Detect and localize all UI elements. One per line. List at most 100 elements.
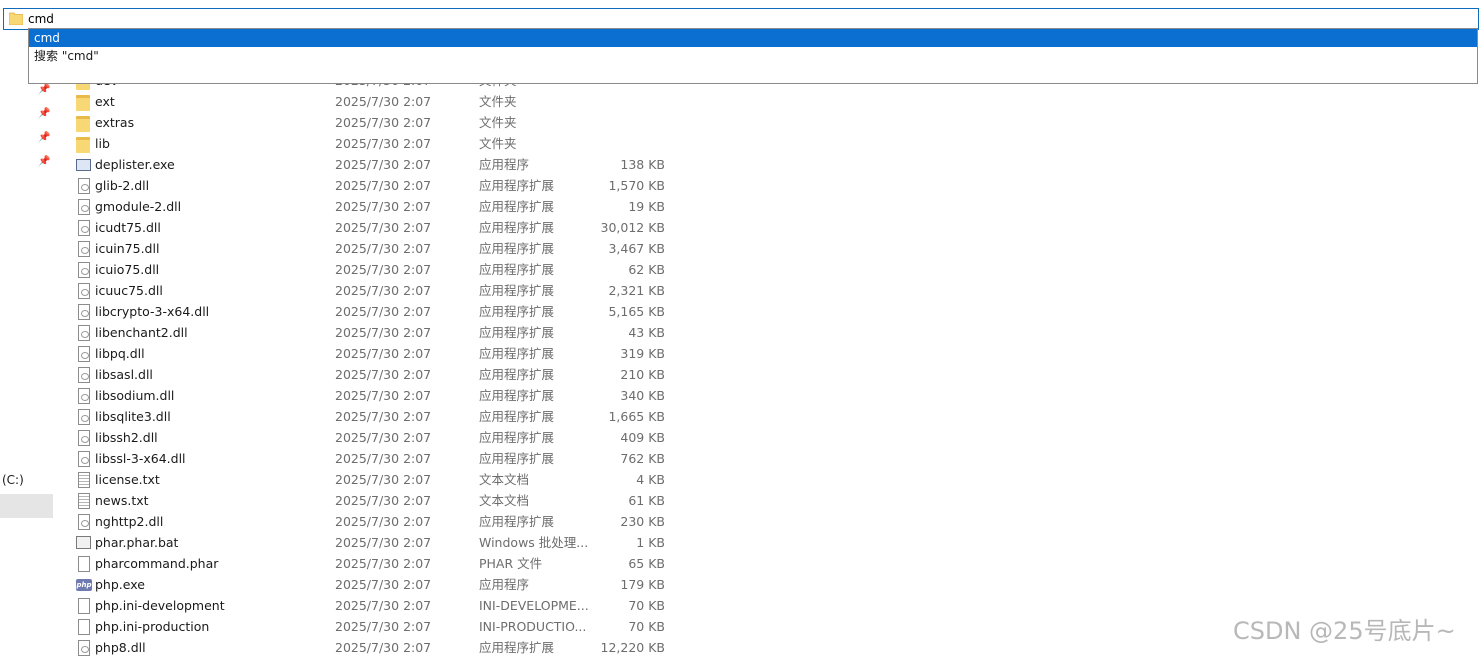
- file-row[interactable]: libcrypto-3-x64.dll 2025/7/30 2:07 应用程序扩展 5…: [74, 301, 694, 322]
- blank-file-icon: [78, 556, 90, 572]
- file-row[interactable]: libpq.dll 2025/7/30 2:07 应用程序扩展 319 KB: [74, 343, 694, 364]
- dll-icon: [78, 388, 90, 404]
- file-row[interactable]: libsodium.dll 2025/7/30 2:07 应用程序扩展 340 KB: [74, 385, 694, 406]
- folder-icon: [9, 12, 23, 25]
- file-size: 12,220 KB: [600, 640, 665, 655]
- file-type: 应用程序: [479, 157, 530, 172]
- file-row[interactable]: libsqlite3.dll 2025/7/30 2:07 应用程序扩展 1,665 …: [74, 406, 694, 427]
- file-row[interactable]: icuuc75.dll 2025/7/30 2:07 应用程序扩展 2,321 KB: [74, 280, 694, 301]
- file-size: 4 KB: [636, 472, 665, 487]
- file-row[interactable]: phar.phar.bat 2025/7/30 2:07 Windows 批处理..…: [74, 532, 694, 553]
- nav-item-drive-c[interactable]: (C:): [2, 473, 24, 487]
- file-date: 2025/7/30 2:07: [335, 346, 432, 361]
- file-row[interactable]: icuio75.dll 2025/7/30 2:07 应用程序扩展 62 KB: [74, 259, 694, 280]
- pin-icon[interactable]: 📌: [38, 84, 50, 95]
- file-date: 2025/7/30 2:07: [335, 325, 432, 340]
- file-type: 文本文档: [479, 472, 530, 487]
- file-name: extras: [95, 115, 135, 130]
- address-bar[interactable]: [3, 8, 1479, 30]
- exe-icon: [76, 159, 91, 171]
- dll-icon: [78, 451, 90, 467]
- file-name: libsasl.dll: [95, 367, 153, 382]
- file-date: 2025/7/30 2:07: [335, 451, 432, 466]
- file-date: 2025/7/30 2:07: [335, 598, 432, 613]
- pin-icon[interactable]: 📌: [38, 132, 50, 143]
- file-type: 文件夹: [479, 115, 517, 130]
- file-row[interactable]: libssl-3-x64.dll 2025/7/30 2:07 应用程序扩展 762 …: [74, 448, 694, 469]
- file-date: 2025/7/30 2:07: [335, 640, 432, 655]
- file-date: 2025/7/30 2:07: [335, 472, 432, 487]
- file-type: 应用程序扩展: [479, 409, 555, 424]
- file-row[interactable]: gmodule-2.dll 2025/7/30 2:07 应用程序扩展 19 KB: [74, 196, 694, 217]
- file-type: 文件夹: [479, 94, 517, 109]
- file-name: deplister.exe: [95, 157, 175, 172]
- file-row[interactable]: libssh2.dll 2025/7/30 2:07 应用程序扩展 409 KB: [74, 427, 694, 448]
- address-input[interactable]: [28, 10, 428, 28]
- file-date: 2025/7/30 2:07: [335, 556, 432, 571]
- file-type: Windows 批处理...: [479, 535, 589, 550]
- file-date: 2025/7/30 2:07: [335, 283, 432, 298]
- pin-icon[interactable]: 📌: [38, 108, 50, 119]
- file-size: 1,665 KB: [608, 409, 665, 424]
- file-size: 5,165 KB: [608, 304, 665, 319]
- autocomplete-option-cmd[interactable]: cmd: [29, 29, 1477, 47]
- file-type: 应用程序扩展: [479, 220, 555, 235]
- file-name: icuuc75.dll: [95, 283, 163, 298]
- file-type: 应用程序扩展: [479, 346, 555, 361]
- nav-item-selected[interactable]: [0, 494, 53, 518]
- file-name: libssh2.dll: [95, 430, 158, 445]
- file-row[interactable]: libsasl.dll 2025/7/30 2:07 应用程序扩展 210 KB: [74, 364, 694, 385]
- file-row[interactable]: php php.exe 2025/7/30 2:07 应用程序 179 KB: [74, 574, 694, 595]
- file-row[interactable]: ext 2025/7/30 2:07 文件夹: [74, 91, 694, 112]
- dll-icon: [78, 514, 90, 530]
- batch-file-icon: [76, 536, 91, 549]
- file-date: 2025/7/30 2:07: [335, 577, 432, 592]
- file-row[interactable]: extras 2025/7/30 2:07 文件夹: [74, 112, 694, 133]
- folder-icon: [76, 116, 90, 132]
- file-name: libenchant2.dll: [95, 325, 188, 340]
- file-row[interactable]: lib 2025/7/30 2:07 文件夹: [74, 133, 694, 154]
- file-size: 762 KB: [620, 451, 665, 466]
- file-row[interactable]: pharcommand.phar 2025/7/30 2:07 PHAR 文件 65 …: [74, 553, 694, 574]
- file-row[interactable]: license.txt 2025/7/30 2:07 文本文档 4 KB: [74, 469, 694, 490]
- file-size: 19 KB: [628, 199, 665, 214]
- file-type: 应用程序扩展: [479, 451, 555, 466]
- file-size: 179 KB: [620, 577, 665, 592]
- blank-file-icon: [78, 619, 90, 635]
- navigation-pane: 📌 📌 📌 📌: [0, 84, 53, 652]
- file-date: 2025/7/30 2:07: [335, 304, 432, 319]
- file-row[interactable]: php.ini-production 2025/7/30 2:07 INI-PROD…: [74, 616, 694, 637]
- file-name: gmodule-2.dll: [95, 199, 182, 214]
- dll-icon: [78, 430, 90, 446]
- file-row[interactable]: php.ini-development 2025/7/30 2:07 INI-DEV…: [74, 595, 694, 616]
- file-type: 应用程序扩展: [479, 325, 555, 340]
- file-type: 应用程序扩展: [479, 430, 555, 445]
- php-icon: php: [76, 579, 92, 591]
- file-size: 3,467 KB: [608, 241, 665, 256]
- folder-icon: [76, 137, 90, 153]
- file-date: 2025/7/30 2:07: [335, 262, 432, 277]
- text-file-icon: [78, 493, 90, 509]
- file-name: icuin75.dll: [95, 241, 160, 256]
- dll-icon: [78, 283, 90, 299]
- file-date: 2025/7/30 2:07: [335, 619, 432, 634]
- file-name: license.txt: [95, 472, 160, 487]
- file-row[interactable]: nghttp2.dll 2025/7/30 2:07 应用程序扩展 230 KB: [74, 511, 694, 532]
- file-name: php.ini-development: [95, 598, 225, 613]
- file-row[interactable]: news.txt 2025/7/30 2:07 文本文档 61 KB: [74, 490, 694, 511]
- file-name: libcrypto-3-x64.dll: [95, 304, 210, 319]
- file-row[interactable]: deplister.exe 2025/7/30 2:07 应用程序 138 KB: [74, 154, 694, 175]
- file-row[interactable]: glib-2.dll 2025/7/30 2:07 应用程序扩展 1,570 KB: [74, 175, 694, 196]
- file-row[interactable]: libenchant2.dll 2025/7/30 2:07 应用程序扩展 43 KB: [74, 322, 694, 343]
- folder-icon: [76, 95, 90, 111]
- file-name: icudt75.dll: [95, 220, 161, 235]
- dll-icon: [78, 178, 90, 194]
- file-name: icuio75.dll: [95, 262, 160, 277]
- file-row[interactable]: icudt75.dll 2025/7/30 2:07 应用程序扩展 30,012 KB: [74, 217, 694, 238]
- file-size: 2,321 KB: [608, 283, 665, 298]
- pin-icon[interactable]: 📌: [38, 156, 50, 167]
- autocomplete-option-search[interactable]: 搜索 "cmd": [29, 47, 1477, 65]
- file-name: pharcommand.phar: [95, 556, 219, 571]
- file-row[interactable]: php8.dll 2025/7/30 2:07 应用程序扩展 12,220 KB: [74, 637, 694, 658]
- file-row[interactable]: icuin75.dll 2025/7/30 2:07 应用程序扩展 3,467 KB: [74, 238, 694, 259]
